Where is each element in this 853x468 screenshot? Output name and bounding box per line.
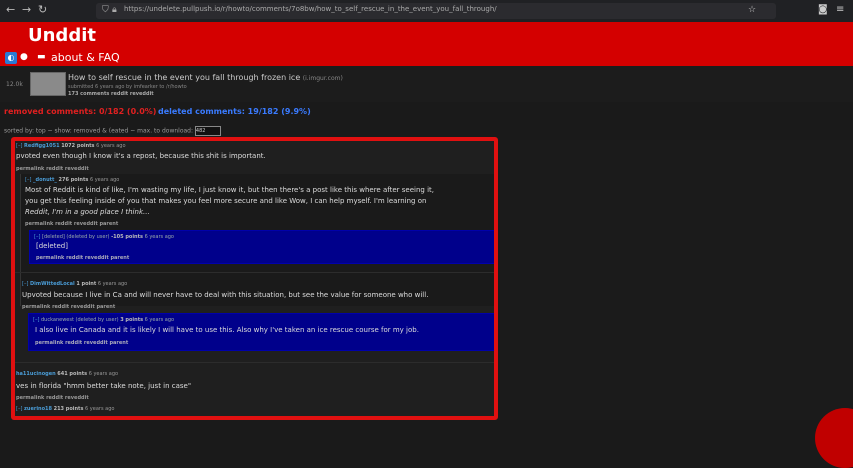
comment-age: 6 years ago xyxy=(144,234,174,240)
deleted-count: deleted comments: 19/182 (9.9%) xyxy=(158,107,311,116)
flag-icon[interactable]: ▬ xyxy=(37,52,46,62)
max-download-input[interactable]: 482 xyxy=(194,126,221,136)
sort-bar[interactable]: sorted by: top ~ show: removed & (eated … xyxy=(4,126,221,136)
comment-meta: [–] [deleted] (deleted by user) -105 poi… xyxy=(34,234,174,240)
comment-age: 6 years ago xyxy=(96,143,126,149)
comment-age: 6 years ago xyxy=(89,177,120,183)
comment-body: I also live in Canada and it is likely I… xyxy=(35,326,419,334)
thread-divider xyxy=(14,362,494,363)
comment-body: pvoted even though I know it's a repost,… xyxy=(16,152,266,160)
comment-points: 641 points xyxy=(57,371,88,377)
collapse-toggle[interactable]: [–] xyxy=(34,234,40,240)
comment-author[interactable]: zuerino18 xyxy=(24,406,52,412)
site-header: Unddit ◐ ● ▬ about & FAQ xyxy=(0,22,853,66)
comment-meta: [–] duckanewest (deleted by user) 3 poin… xyxy=(33,317,174,323)
post-summary: 12.0k How to self rescue in the event yo… xyxy=(0,66,853,102)
comment-author[interactable]: ha11ucinogen xyxy=(16,371,56,377)
about-faq-link[interactable]: about & FAQ xyxy=(51,51,120,64)
comment-age: 6 years ago xyxy=(144,317,175,323)
post-title[interactable]: How to self rescue in the event you fall… xyxy=(68,73,343,82)
comment-links[interactable]: permalink reddit reveddit xyxy=(16,166,89,172)
pocket-icon[interactable]: ◙ xyxy=(818,4,828,15)
comment-meta: [–] zuerino18 213 points 6 years ago xyxy=(16,406,114,412)
removed-count: removed comments: 0/182 (0.0%) xyxy=(4,107,157,116)
comment-author[interactable]: DimWittedLocal xyxy=(30,281,75,287)
site-logo[interactable]: Unddit xyxy=(28,25,96,46)
post-score: 12.0k xyxy=(6,81,23,88)
browser-toolbar: ← → ↻ ⛉ 🔒︎ https://undelete.pullpush.io/… xyxy=(0,0,853,22)
lock-icon[interactable]: 🔒︎ xyxy=(112,5,117,15)
comment-points: 213 points xyxy=(53,406,84,412)
comment-thread: [–] Redfigg1051 1072 points 6 years ago … xyxy=(14,140,494,420)
dark-mode-icon[interactable]: ◐ xyxy=(5,52,17,64)
address-bar[interactable]: ⛉ 🔒︎ https://undelete.pullpush.io/r/howt… xyxy=(96,3,776,19)
right-background xyxy=(500,140,853,420)
menu-icon[interactable]: ≡ xyxy=(836,4,844,15)
collapse-toggle[interactable]: [–] xyxy=(25,177,31,183)
comment-points: -105 points xyxy=(111,234,143,240)
comment-author[interactable]: _donutt_ xyxy=(33,177,57,183)
comment-links[interactable]: permalink reddit reveddit parent xyxy=(22,304,115,310)
sort-label[interactable]: sorted by: top ~ show: removed & (eated … xyxy=(4,128,193,135)
comment-status: (deleted by user) xyxy=(75,317,119,323)
deleted-comment: [–] [deleted] (deleted by user) -105 poi… xyxy=(29,230,494,264)
comment-body: [deleted] xyxy=(36,242,68,250)
comment-links[interactable]: permalink reddit reveddit parent xyxy=(35,340,128,346)
comment-body-line: Reddit, I'm in a good place I think... xyxy=(25,208,150,216)
comment-body-line: you get this feeling inside of you that … xyxy=(25,197,427,205)
forward-arrow-icon[interactable]: → xyxy=(22,3,31,16)
comment-age: 6 years ago xyxy=(85,406,115,412)
comment-meta: [–] Redfigg1051 1072 points 6 years ago xyxy=(16,143,126,149)
comment-links[interactable]: permalink reddit reveddit xyxy=(16,395,89,401)
comment-status: (deleted by user) xyxy=(66,234,110,240)
comment-meta: ha11ucinogen 641 points 6 years ago xyxy=(16,371,118,377)
post-submitted: submitted 6 years ago by imfearker to /r… xyxy=(68,84,187,90)
collapse-toggle[interactable]: [–] xyxy=(33,317,39,323)
collapse-toggle[interactable]: [–] xyxy=(16,406,22,412)
comment-points: 1072 points xyxy=(61,143,95,149)
comment-meta: [–] _donutt_ 276 points 6 years ago xyxy=(25,177,119,183)
comment-author[interactable]: Redfigg1051 xyxy=(24,143,60,149)
reload-icon[interactable]: ↻ xyxy=(38,3,47,16)
collapse-toggle[interactable]: [–] xyxy=(22,281,28,287)
comment-links[interactable]: permalink reddit reveddit parent xyxy=(25,221,118,227)
bookmark-star-icon[interactable]: ☆ xyxy=(748,5,756,15)
comment-body: Upvoted because I live in Ca and will ne… xyxy=(22,291,429,299)
settings-dot-icon[interactable]: ● xyxy=(20,52,28,62)
url-text[interactable]: https://undelete.pullpush.io/r/howto/com… xyxy=(124,5,497,13)
comment-author: duckanewest xyxy=(41,317,74,323)
thread-divider xyxy=(14,272,494,273)
collapse-toggle[interactable]: [–] xyxy=(16,143,22,149)
back-arrow-icon[interactable]: ← xyxy=(6,3,15,16)
post-links[interactable]: 173 comments reddit reveddit xyxy=(68,91,154,97)
deleted-comment: [–] duckanewest (deleted by user) 3 poin… xyxy=(28,313,494,351)
comment-points: 276 points xyxy=(58,177,89,183)
comment-age: 6 years ago xyxy=(97,281,128,287)
post-domain: (i.imgur.com) xyxy=(302,75,343,82)
comment-meta: [–] DimWittedLocal 1 point 6 years ago xyxy=(22,281,127,287)
comment-body-line: Most of Reddit is kind of like, I'm wast… xyxy=(25,186,434,194)
comment-body: ves in florida "hmm better take note, ju… xyxy=(16,382,192,390)
comment-age: 6 years ago xyxy=(88,371,119,377)
shield-icon[interactable]: ⛉ xyxy=(102,5,109,15)
comment-author: [deleted] xyxy=(42,234,65,240)
post-thumbnail[interactable] xyxy=(30,72,66,96)
post-title-text[interactable]: How to self rescue in the event you fall… xyxy=(68,73,300,82)
comment-points: 3 points xyxy=(120,317,144,323)
comment-points: 1 point xyxy=(76,281,97,287)
comment-links[interactable]: permalink reddit reveddit parent xyxy=(36,255,129,261)
